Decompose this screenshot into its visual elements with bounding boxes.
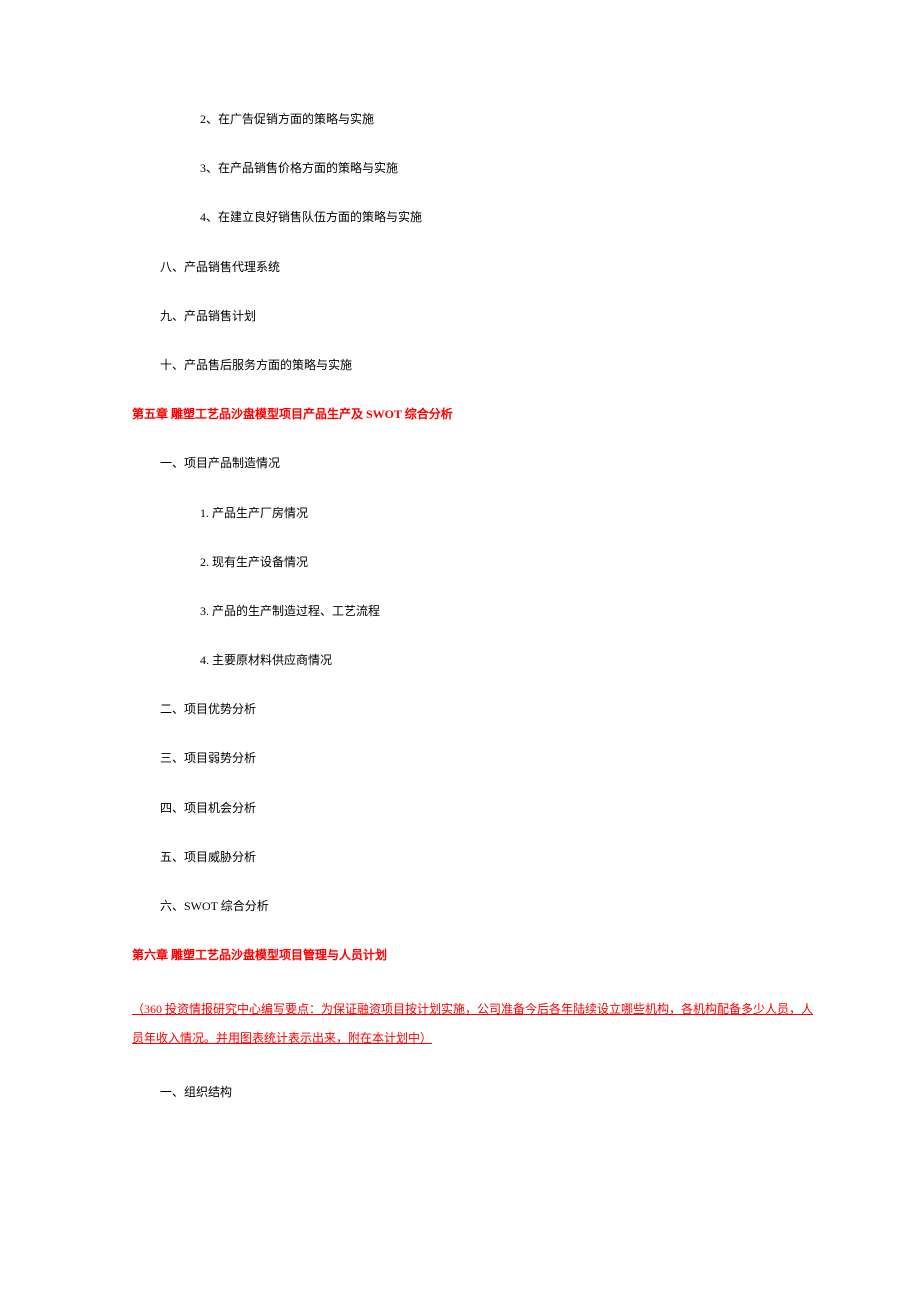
- section-heading: 一、项目产品制造情况: [160, 454, 820, 473]
- list-item: 二、项目优势分析: [160, 700, 820, 719]
- list-item: 四、项目机会分析: [160, 799, 820, 818]
- list-item: 2、在广告促销方面的策略与实施: [200, 110, 820, 129]
- chapter-5-title: 第五章 雕塑工艺品沙盘模型项目产品生产及 SWOT 综合分析: [132, 405, 820, 424]
- list-item: 五、项目威胁分析: [160, 848, 820, 867]
- list-item: 三、项目弱势分析: [160, 749, 820, 768]
- chapter-6-title: 第六章 雕塑工艺品沙盘模型项目管理与人员计划: [132, 946, 820, 965]
- list-item: 3、在产品销售价格方面的策略与实施: [200, 159, 820, 178]
- list-item: 2. 现有生产设备情况: [200, 553, 820, 572]
- list-item: 4、在建立良好销售队伍方面的策略与实施: [200, 208, 820, 227]
- list-item: 九、产品销售计划: [160, 307, 820, 326]
- list-item: 3. 产品的生产制造过程、工艺流程: [200, 602, 820, 621]
- list-item: 十、产品售后服务方面的策略与实施: [160, 356, 820, 375]
- list-item: 六、SWOT 综合分析: [160, 897, 820, 916]
- list-item: 1. 产品生产厂房情况: [200, 504, 820, 523]
- list-item: 一、组织结构: [160, 1083, 820, 1102]
- list-item: 4. 主要原材料供应商情况: [200, 651, 820, 670]
- list-item: 八、产品销售代理系统: [160, 258, 820, 277]
- chapter-6-note: （360 投资情报研究中心编写要点：为保证融资项目按计划实施，公司准备今后各年陆…: [132, 995, 820, 1053]
